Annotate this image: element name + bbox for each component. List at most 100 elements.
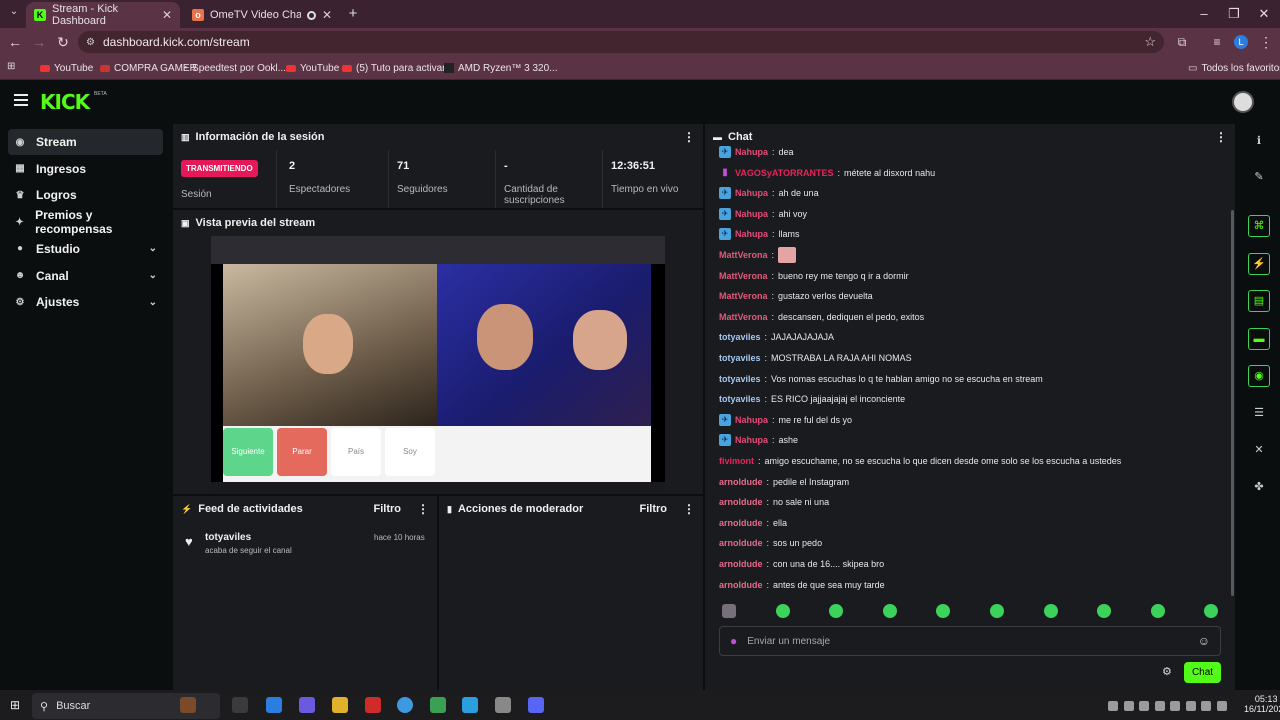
minimize-button[interactable]: –	[1190, 4, 1218, 24]
chat-username[interactable]: Nahupa	[735, 147, 768, 157]
emoji-picker-icon[interactable]: ☺	[1198, 634, 1210, 648]
steelseries-icon[interactable]	[1108, 701, 1118, 711]
emote-icon[interactable]	[882, 604, 897, 618]
chat-username[interactable]: MattVerona	[719, 250, 768, 260]
chat-username[interactable]: arnoldude	[719, 559, 763, 569]
filter-button[interactable]: Filtro	[640, 503, 668, 515]
discord-icon[interactable]	[528, 697, 544, 713]
clipboard-icon[interactable]: ▤	[1248, 290, 1270, 312]
sidebar-item-ajustes[interactable]: ⚙ Ajustes ⌄	[8, 289, 163, 315]
app-icon[interactable]	[365, 697, 381, 713]
chat-username[interactable]: Nahupa	[735, 415, 768, 425]
tab-ometv[interactable]: o OmeTV Video Chat — Ome ✕	[184, 2, 340, 28]
clip-icon[interactable]: ⌘	[1248, 215, 1270, 237]
ome-stop-button[interactable]: Parar	[277, 428, 327, 476]
chat-username[interactable]: Nahupa	[735, 209, 768, 219]
app-tray-icon[interactable]	[1154, 701, 1165, 711]
chat-username[interactable]: fivimont	[719, 456, 754, 466]
task-view-icon[interactable]	[232, 697, 248, 713]
chrome-icon[interactable]	[397, 697, 413, 713]
chat-username[interactable]: MattVerona	[719, 271, 768, 281]
battery-icon[interactable]	[1216, 701, 1227, 711]
chat-username[interactable]: arnoldude	[719, 518, 763, 528]
back-button[interactable]: ←	[5, 32, 25, 52]
chat-mode-icon[interactable]: ▬	[1248, 328, 1270, 350]
forward-button[interactable]: →	[29, 32, 49, 52]
bookmark-youtube[interactable]: YouTube	[40, 60, 93, 76]
panel-menu-icon[interactable]: ⋮	[417, 502, 429, 516]
restore-button[interactable]: ❐	[1220, 4, 1248, 24]
chat-send-button[interactable]: Chat	[1184, 662, 1221, 683]
emote-icon[interactable]	[775, 604, 790, 618]
network-icon[interactable]	[1185, 701, 1196, 711]
chat-username[interactable]: Nahupa	[735, 188, 768, 198]
emote-icon[interactable]	[1043, 604, 1058, 618]
bookmark-star-icon[interactable]: ☆	[1144, 34, 1156, 50]
sidebar-item-estudio[interactable]: ● Estudio ⌄	[8, 236, 163, 262]
chat-username[interactable]: Nahupa	[735, 435, 768, 445]
ome-gender-button[interactable]: Soy	[385, 428, 435, 476]
chat-username[interactable]: arnoldude	[719, 477, 763, 487]
close-tab-icon[interactable]: ✕	[322, 8, 332, 22]
emote-icon[interactable]	[1150, 604, 1165, 618]
mic-tray-icon[interactable]	[1123, 701, 1134, 711]
panel-menu-icon[interactable]: ⋮	[683, 502, 695, 516]
tab-list-chevron-icon[interactable]: ⌄	[6, 6, 22, 22]
chat-username[interactable]: MattVerona	[719, 312, 768, 322]
stack-icon[interactable]: ☰	[1250, 404, 1268, 422]
tab-kick-dashboard[interactable]: K Stream - Kick Dashboard ✕	[26, 2, 180, 28]
broadcast-rail-icon[interactable]: ◉	[1248, 365, 1270, 387]
taskbar-widget-icon[interactable]	[180, 697, 196, 713]
close-tab-icon[interactable]: ✕	[162, 8, 172, 22]
chat-username[interactable]: totyaviles	[719, 353, 761, 363]
chevron-down-icon[interactable]: ⌄	[149, 270, 157, 281]
stream-preview-video[interactable]: Siguiente Parar País Soy	[211, 236, 665, 492]
chat-username[interactable]: totyaviles	[719, 332, 761, 342]
chat-username[interactable]: Nahupa	[735, 229, 768, 239]
edge-icon[interactable]	[462, 697, 478, 713]
user-avatar[interactable]	[1232, 91, 1254, 113]
chat-username[interactable]: totyaviles	[719, 374, 761, 384]
ome-next-button[interactable]: Siguiente	[223, 428, 273, 476]
reload-button[interactable]: ↻	[53, 32, 73, 52]
close-window-button[interactable]: ✕	[1250, 4, 1278, 24]
feed-user[interactable]: totyaviles	[205, 532, 251, 543]
new-tab-button[interactable]: +	[344, 5, 362, 23]
chat-username[interactable]: arnoldude	[719, 538, 763, 548]
sidebar-item-premios[interactable]: ✦ Premios y recompensas	[8, 208, 163, 236]
sidebar-item-ingresos[interactable]: ▦ Ingresos	[8, 156, 163, 182]
sidebar-item-canal[interactable]: ☻ Canal ⌄	[8, 263, 163, 289]
info-icon[interactable]: ℹ	[1250, 132, 1268, 150]
bookmark-tuto[interactable]: (5) Tuto para activar...	[342, 60, 453, 76]
emote-icon[interactable]	[722, 604, 736, 618]
widgets-icon[interactable]: ✤	[1250, 478, 1268, 496]
site-info-icon[interactable]: ⚙	[86, 37, 95, 48]
address-bar[interactable]: ⚙ dashboard.kick.com/stream ☆	[78, 31, 1164, 53]
bookmark-speedtest[interactable]: ◔ Speedtest por Ookl...	[182, 60, 286, 76]
apps-grid-icon[interactable]: ⊞	[7, 61, 19, 73]
chat-username[interactable]: totyaviles	[719, 394, 761, 404]
bookmark-youtube-2[interactable]: YouTube	[286, 60, 339, 76]
file-explorer-icon[interactable]	[332, 697, 348, 713]
sidebar-item-logros[interactable]: ♛ Logros	[8, 182, 163, 208]
browser-menu-icon[interactable]: ⋮	[1256, 32, 1276, 52]
volume-icon[interactable]	[1201, 701, 1211, 711]
wrench-icon[interactable]: ✕	[1250, 441, 1268, 459]
panel-menu-icon[interactable]: ⋮	[683, 130, 695, 144]
media-controls-icon[interactable]: ≡	[1207, 32, 1227, 52]
chevron-down-icon[interactable]: ⌄	[149, 243, 157, 254]
filter-button[interactable]: Filtro	[374, 503, 402, 515]
app-tray-icon[interactable]	[1170, 701, 1180, 711]
chat-username[interactable]: arnoldude	[719, 497, 763, 507]
ome-country-button[interactable]: País	[331, 428, 381, 476]
windows-start-icon[interactable]: ⊞	[10, 699, 22, 711]
edit-pencil-icon[interactable]: ✎	[1250, 168, 1268, 186]
chat-scrollbar[interactable]	[1231, 210, 1234, 596]
extensions-icon[interactable]: ⧉	[1172, 32, 1192, 52]
chat-settings-icon[interactable]: ⚙	[1162, 665, 1172, 678]
app-icon[interactable]	[430, 697, 446, 713]
chat-username[interactable]: VAGOSyATORRANTES	[735, 168, 834, 178]
app-tray-icon[interactable]	[1139, 701, 1149, 711]
profile-avatar[interactable]: L	[1234, 35, 1248, 49]
panel-menu-icon[interactable]: ⋮	[1215, 130, 1227, 144]
